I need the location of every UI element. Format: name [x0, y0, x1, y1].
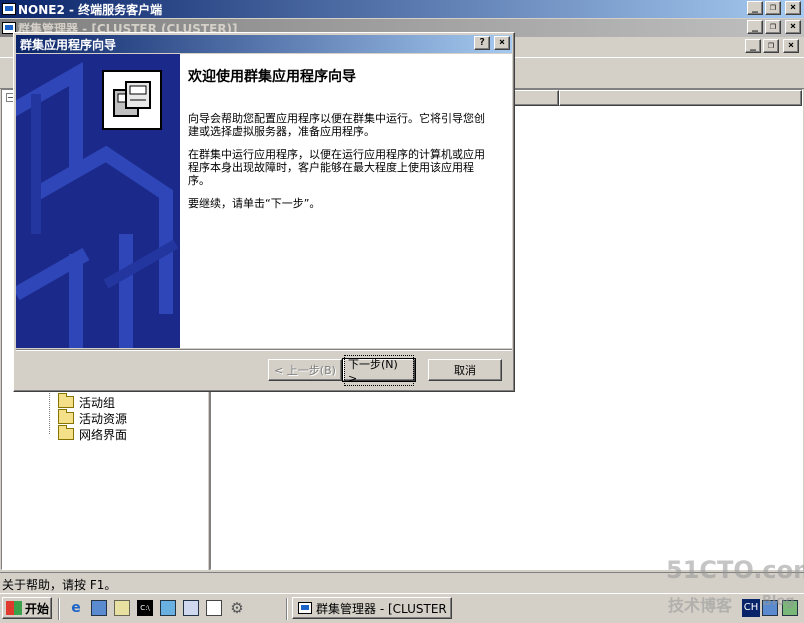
cancel-button[interactable]: 取消 [428, 359, 502, 381]
watermark-line2: 技术博客 [668, 596, 733, 615]
cancel-button-label: 取消 [454, 364, 476, 377]
wizard-paragraph: 在群集中运行应用程序，以便在运行应用程序的计算机或应用程序本身出现故障时，客户能… [188, 148, 485, 187]
dialog-body: 欢迎使用群集应用程序向导 向导会帮助您配置应用程序以便在群集中运行。它将引导您创… [16, 54, 512, 348]
tree-item-label: 活动资源 [79, 411, 128, 426]
help-button[interactable]: ? [474, 36, 490, 50]
next-button-label: 下一步(N) > [344, 354, 414, 386]
folder-icon [58, 393, 74, 408]
task-separator [286, 598, 288, 620]
wizard-logo-icon [102, 70, 162, 130]
column-header[interactable] [513, 90, 559, 106]
wizard-banner [16, 54, 180, 348]
dialog-controls: ? × [474, 36, 510, 50]
start-button[interactable]: 开始 [2, 597, 52, 619]
mdi-child-controls: _ ❐ × [745, 39, 799, 53]
close-button[interactable]: × [785, 1, 801, 15]
folder-icon [58, 409, 74, 424]
close-button[interactable]: × [785, 20, 801, 34]
close-button[interactable]: × [494, 36, 510, 50]
tree-item-network-interfaces[interactable]: 网络界面 [58, 425, 128, 442]
wizard-paragraph: 要继续，请单击“下一步”。 [188, 197, 321, 210]
search-icon[interactable] [183, 600, 199, 616]
watermark-line3: Blog [762, 594, 795, 609]
dialog-separator [16, 349, 512, 351]
outer-window-controls: _ ❐ × [747, 1, 801, 15]
dialog-titlebar[interactable]: 群集应用程序向导 ? × [16, 35, 512, 53]
wizard-paragraph: 向导会帮助您配置应用程序以便在群集中运行。它将引导您创建或选择虚拟服务器，准备应… [188, 112, 485, 138]
close-button[interactable]: × [783, 39, 799, 53]
start-label: 开始 [25, 601, 50, 616]
tree-item-active-groups[interactable]: 活动组 [58, 393, 116, 410]
watermark-line1: 51CTO.com [666, 556, 804, 584]
tree-item-label: 活动组 [79, 395, 116, 410]
network-icon[interactable] [91, 600, 107, 616]
minimize-button[interactable]: _ [747, 20, 763, 34]
column-header[interactable] [559, 90, 802, 106]
restore-button[interactable]: ❐ [763, 39, 779, 53]
minimize-button[interactable]: _ [745, 39, 761, 53]
document-icon[interactable] [206, 600, 222, 616]
quicklaunch-separator [58, 598, 60, 620]
back-button-label: < 上一步(B) [274, 364, 336, 377]
folder-icon [58, 425, 74, 440]
wizard-heading: 欢迎使用群集应用程序向导 [188, 69, 356, 85]
tool-icon[interactable] [160, 600, 176, 616]
back-button[interactable]: < 上一步(B) [268, 359, 342, 381]
cluster-window-controls: _ ❐ × [747, 20, 801, 34]
manage-icon[interactable] [114, 600, 130, 616]
outer-window-titlebar[interactable]: NONE2 - 终端服务客户端 _ ❐ × [0, 0, 804, 18]
windows-logo-icon [6, 601, 22, 615]
tree-item-active-resources[interactable]: 活动资源 [58, 409, 128, 426]
language-indicator[interactable]: CH [742, 599, 760, 617]
cmd-icon[interactable]: C:\ [137, 600, 153, 616]
internet-explorer-icon[interactable]: e [68, 600, 84, 616]
cluster-icon [298, 602, 312, 614]
gear-icon[interactable]: ⚙ [229, 599, 245, 617]
taskbar-cluster-label: 群集管理器 - [CLUSTER ... [316, 601, 452, 616]
restore-button[interactable]: ❐ [765, 1, 781, 15]
tree-item-label: 网络界面 [79, 427, 128, 442]
wizard-content: 欢迎使用群集应用程序向导 向导会帮助您配置应用程序以便在群集中运行。它将引导您创… [188, 66, 488, 220]
wizard-dialog: 群集应用程序向导 ? × 欢迎使用群集应用程序向导 向导会帮助您配置应用程序以便… [13, 32, 515, 392]
outer-window-title: NONE2 - 终端服务客户端 [18, 2, 163, 17]
minimize-button[interactable]: _ [747, 1, 763, 15]
terminal-icon [2, 3, 16, 15]
dialog-title: 群集应用程序向导 [20, 37, 117, 52]
taskbar-cluster-button[interactable]: 群集管理器 - [CLUSTER ... [292, 597, 452, 619]
restore-button[interactable]: ❐ [765, 20, 781, 34]
status-text: 关于帮助，请按 F1。 [2, 578, 117, 592]
next-button[interactable]: 下一步(N) > [342, 354, 416, 386]
